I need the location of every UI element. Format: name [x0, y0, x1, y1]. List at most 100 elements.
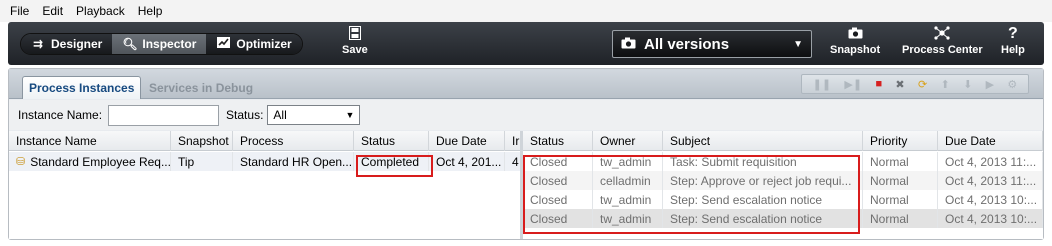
column-header-process[interactable]: Process	[233, 131, 354, 151]
column-header-status[interactable]: Status	[354, 131, 429, 151]
instance-name-input[interactable]	[108, 104, 220, 126]
cell-owner: celladmin	[593, 171, 663, 190]
cell-task-status: Closed	[523, 171, 593, 190]
gear-icon[interactable]: ⚙	[1007, 78, 1017, 91]
column-header-task-due-date[interactable]: Due Date	[938, 131, 1043, 151]
cell-process: Standard HR Open...	[233, 152, 354, 171]
column-header-snapshot[interactable]: Snapshot	[171, 131, 233, 151]
table-row[interactable]: Closed tw_admin Step: Send escalation no…	[523, 190, 1043, 209]
save-label: Save	[342, 44, 368, 56]
filter-bar: Instance Name: Status: All ▼	[9, 100, 1043, 130]
cell-instance-name: ⛁ Standard Employee Req...	[9, 152, 171, 171]
pause-icon[interactable]: ❚❚	[813, 78, 831, 91]
process-center-label: Process Center	[902, 44, 983, 56]
cell-status: Completed	[354, 152, 429, 171]
cell-priority: Normal	[863, 209, 938, 228]
network-icon	[902, 26, 983, 44]
status-label: Status:	[226, 108, 264, 122]
cell-priority: Normal	[863, 190, 938, 209]
save-icon	[342, 26, 368, 44]
tab-process-instances[interactable]: Process Instances	[22, 76, 142, 99]
help-label: Help	[1001, 44, 1025, 56]
menu-file[interactable]: File	[10, 4, 29, 18]
table-row[interactable]: Closed celladmin Step: Approve or reject…	[523, 171, 1043, 190]
cell-subject: Step: Send escalation notice	[663, 190, 863, 209]
step-icon[interactable]: ▶❚	[844, 78, 862, 91]
camera-icon	[621, 37, 636, 52]
menu-playback[interactable]: Playback	[76, 4, 125, 18]
cell-priority: Normal	[863, 171, 938, 190]
table-row[interactable]: Closed tw_admin Step: Send escalation no…	[523, 209, 1043, 228]
column-header-due-date[interactable]: Due Date	[429, 131, 505, 151]
chevron-down-icon: ▼	[345, 110, 355, 120]
tables-area: Instance Name Snapshot Process Status Du…	[9, 131, 1043, 239]
cell-task-due-date: Oct 4, 2013 10:...	[938, 190, 1043, 209]
chevron-down-icon: ▼	[793, 38, 803, 50]
column-header-instance-name[interactable]: Instance Name	[9, 131, 171, 151]
table-row[interactable]: Closed tw_admin Task: Submit requisition…	[523, 152, 1043, 171]
cell-task-due-date: Oct 4, 2013 10:...	[938, 209, 1043, 228]
help-button[interactable]: ? Help	[1001, 25, 1025, 57]
cell-owner: tw_admin	[593, 152, 663, 171]
main-toolbar: ⇉ Designer 🔍︎ Inspector Optimizer Save A…	[8, 22, 1044, 65]
menu-edit[interactable]: Edit	[42, 4, 63, 18]
optimizer-mode-label: Optimizer	[236, 37, 292, 51]
column-header-subject[interactable]: Subject	[663, 131, 863, 151]
inspector-mode-label: Inspector	[142, 37, 197, 51]
cell-ir: 4	[505, 152, 521, 171]
camera-icon	[830, 26, 880, 44]
status-select[interactable]: All ▼	[267, 105, 361, 125]
menu-bar: File Edit Playback Help	[0, 0, 1052, 22]
inspector-mode-button[interactable]: 🔍︎ Inspector	[112, 34, 207, 54]
cell-owner: tw_admin	[593, 209, 663, 228]
version-selector[interactable]: All versions ▼	[612, 30, 812, 58]
magnifier-icon: 🔍︎	[122, 37, 138, 51]
process-center-button[interactable]: Process Center	[902, 26, 983, 56]
up-arrow-icon[interactable]: ⬆	[941, 78, 950, 91]
cell-task-due-date: Oct 4, 2013 11:...	[938, 152, 1043, 171]
optimizer-mode-button[interactable]: Optimizer	[206, 34, 302, 54]
version-selector-value: All versions	[644, 35, 730, 53]
designer-icon: ⇉	[32, 37, 44, 51]
delete-icon[interactable]: ✖	[895, 78, 904, 91]
instance-control-bar: ❚❚ ▶❚ ■ ✖ ⟳ ⬆ ⬇ ▶ ⚙	[801, 74, 1029, 94]
column-header-task-status[interactable]: Status	[523, 131, 593, 151]
stop-icon[interactable]: ■	[875, 78, 882, 90]
refresh-icon[interactable]: ⟳	[918, 78, 927, 91]
cell-snapshot: Tip	[171, 152, 233, 171]
cell-task-status: Closed	[523, 152, 593, 171]
instance-icon: ⛁	[16, 156, 26, 168]
question-mark-icon: ?	[1008, 25, 1018, 42]
cell-subject: Step: Send escalation notice	[663, 209, 863, 228]
tasks-table-body: Closed tw_admin Task: Submit requisition…	[523, 152, 1043, 228]
tasks-table-header: Status Owner Subject Priority Due Date	[523, 131, 1043, 151]
cell-priority: Normal	[863, 152, 938, 171]
status-select-value: All	[273, 108, 287, 122]
chart-icon	[216, 37, 230, 51]
column-header-priority[interactable]: Priority	[863, 131, 938, 151]
designer-mode-button[interactable]: ⇉ Designer	[21, 34, 113, 54]
tab-services-in-debug[interactable]: Services in Debug	[143, 76, 259, 99]
process-instances-panel: Process Instances Services in Debug ❚❚ ▶…	[8, 68, 1044, 240]
designer-mode-label: Designer	[51, 37, 103, 51]
snapshot-button[interactable]: Snapshot	[830, 26, 880, 56]
mode-switcher: ⇉ Designer 🔍︎ Inspector Optimizer	[20, 33, 303, 55]
down-arrow-icon[interactable]: ⬇	[963, 78, 972, 91]
cell-task-due-date: Oct 4, 2013 11:...	[938, 171, 1043, 190]
cell-task-status: Closed	[523, 209, 593, 228]
instance-name-text: Standard Employee Req...	[30, 154, 171, 169]
instances-table-body: ⛁ Standard Employee Req... Tip Standard …	[9, 152, 521, 171]
snapshot-label: Snapshot	[830, 44, 881, 56]
table-row[interactable]: ⛁ Standard Employee Req... Tip Standard …	[9, 152, 521, 171]
column-header-ir[interactable]: Ir	[505, 131, 521, 151]
instance-name-label: Instance Name:	[18, 108, 103, 122]
tab-strip: Process Instances Services in Debug ❚❚ ▶…	[9, 69, 1043, 99]
cell-due-date: Oct 4, 201...	[429, 152, 505, 171]
cell-subject: Task: Submit requisition	[663, 152, 863, 171]
column-header-owner[interactable]: Owner	[593, 131, 663, 151]
instances-table-header: Instance Name Snapshot Process Status Du…	[9, 131, 521, 151]
menu-help[interactable]: Help	[138, 4, 163, 18]
play-circle-icon[interactable]: ▶	[986, 78, 994, 91]
save-button[interactable]: Save	[342, 26, 368, 56]
cell-task-status: Closed	[523, 190, 593, 209]
